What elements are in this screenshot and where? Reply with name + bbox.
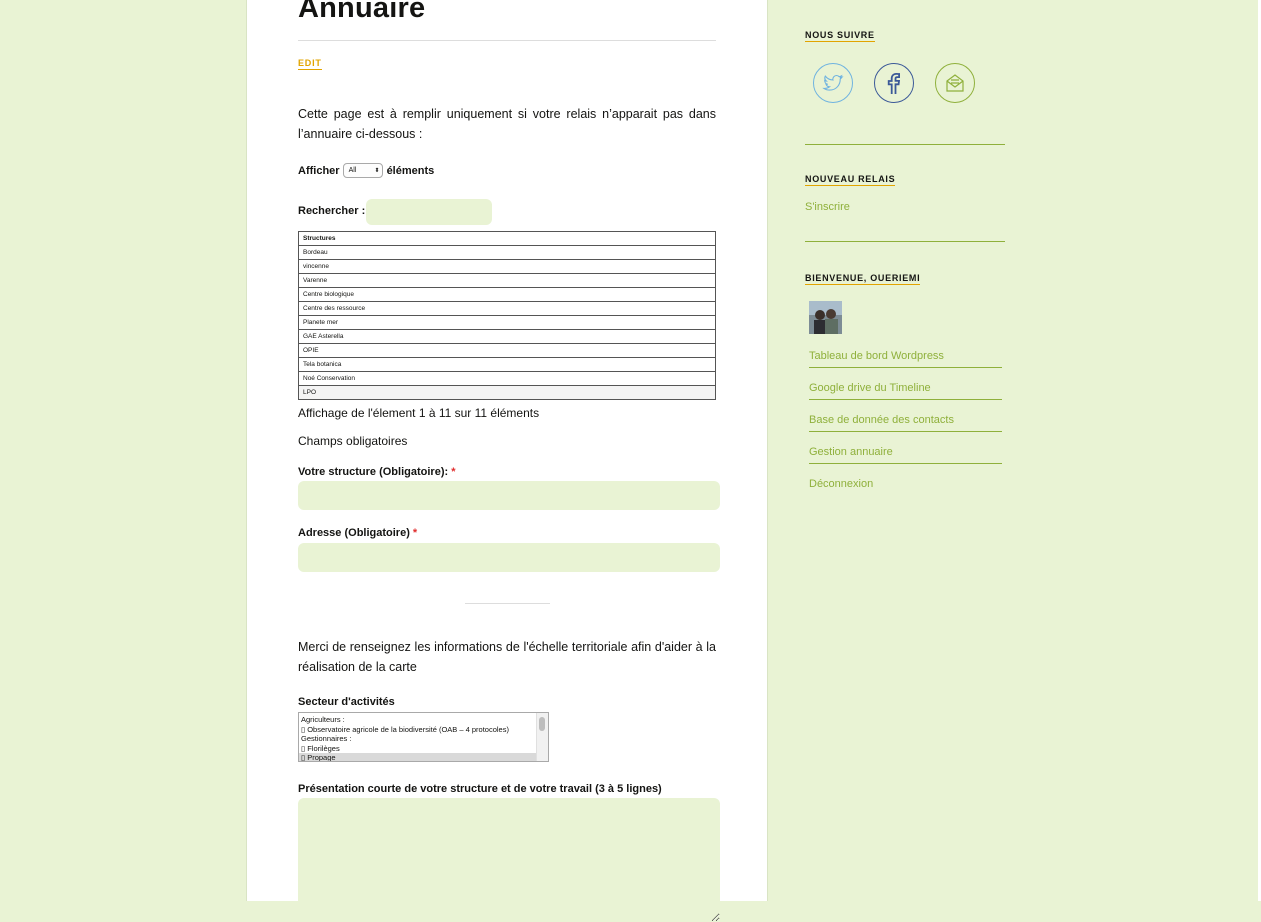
structure-input[interactable] [298,481,720,510]
table-cell: Noé Conservation [298,371,716,386]
table-row: OPIE [298,343,716,358]
table-row: Centre biologique [298,287,716,302]
table-cell: Centre biologique [298,287,716,302]
twitter-bird-glyph [822,74,844,91]
address-field-label: Adresse (Obligatoire) * [298,527,417,539]
territorial-info-text: Merci de renseignez les informations de … [298,640,716,674]
table-row: Planete mer [298,315,716,330]
presentation-label: Présentation courte de votre structure e… [298,783,662,795]
facebook-icon[interactable] [874,63,914,103]
menu-item-logout[interactable]: Déconnexion [809,464,1002,495]
table-cell: Planete mer [298,315,716,330]
address-label-text: Adresse (Obligatoire) [298,527,410,539]
content-panel: Annuaire EDIT Cette page est à remplir u… [246,0,768,922]
menu-item-label: Tableau de bord Wordpress [809,350,944,362]
menu-item-contacts-db[interactable]: Base de donnée des contacts [809,400,1002,432]
table-row: LPO [298,385,716,400]
new-relay-widget-title: NOUVEAU RELAIS [805,174,896,186]
show-suffix-label: éléments [386,164,435,177]
required-asterisk: * [412,527,418,539]
sector-option-group: Gestionnaires : [301,734,352,744]
sector-option[interactable]: ▯ Observatoire agricole de la biodiversi… [299,725,548,735]
structure-label-text: Votre structure (Obligatoire): [298,466,449,478]
menu-item-directory-management[interactable]: Gestion annuaire [809,432,1002,464]
table-header-structures[interactable]: Structures [298,231,716,246]
widget-divider [805,241,1005,242]
menu-item-label: Base de donnée des contacts [809,414,954,426]
widget-divider [805,144,1005,145]
show-prefix-label: Afficher [298,164,340,177]
envelope-glyph [946,74,964,92]
section-divider [465,603,550,604]
sector-option-group: Agriculteurs : [301,715,345,724]
page-length-value: All [348,167,357,174]
required-asterisk: * [451,466,456,478]
signup-link[interactable]: S'inscrire [805,201,850,213]
page-length-select[interactable]: All ⬍ [342,163,383,178]
table-row: Noé Conservation [298,371,716,386]
table-cell: OPIE [298,343,716,358]
follow-widget-title: NOUS SUIVRE [805,30,875,42]
sector-option[interactable]: ▯ Florilèges [299,744,548,754]
menu-item-label: Gestion annuaire [809,446,893,458]
menu-item-dashboard[interactable]: Tableau de bord Wordpress [809,336,1002,368]
menu-item-label: Déconnexion [809,478,874,490]
table-cell: Varenne [298,273,716,288]
avatar [809,301,842,334]
structure-field-label: Votre structure (Obligatoire): * [298,466,456,478]
table-info: Affichage de l'élement 1 à 11 sur 11 élé… [298,406,540,420]
page-length-control: Afficher All ⬍ éléments [298,163,434,178]
table-row: Varenne [298,273,716,288]
table-row: Centre des ressource [298,301,716,316]
page-title: Annuaire [298,0,426,24]
presentation-textarea[interactable] [298,798,720,922]
table-cell: Centre des ressource [298,301,716,316]
table-row: vincenne [298,259,716,274]
table-cell: LPO [298,385,716,400]
search-label: Rechercher : [298,205,366,217]
required-note: Champs obligatoires [298,434,408,448]
menu-item-label: Google drive du Timeline [809,382,931,394]
address-input[interactable] [298,543,720,572]
menu-item-google-drive[interactable]: Google drive du Timeline [809,368,1002,400]
search-input[interactable] [366,199,492,225]
table-row: GAE Asterella [298,329,716,344]
table-cell: GAE Asterella [298,329,716,344]
structures-table: Structures Bordeau vincenne Varenne Cent… [298,231,716,400]
sector-listbox[interactable]: Agriculteurs : ▯ Observatoire agricole d… [298,712,549,762]
table-row: Bordeau [298,245,716,260]
table-cell: Bordeau [298,245,716,260]
select-arrows-icon: ⬍ [374,167,380,174]
title-divider [298,40,716,41]
facebook-f-glyph [887,72,901,94]
edit-link[interactable]: EDIT [298,58,322,70]
intro-text: Cette page est à remplir uniquement si v… [298,107,716,141]
welcome-widget-title: BIENVENUE, OUERIEMI [805,273,921,285]
twitter-icon[interactable] [813,63,853,103]
table-cell: Tela botanica [298,357,716,372]
table-row: Tela botanica [298,357,716,372]
sector-label: Secteur d'activités [298,696,395,708]
mail-icon[interactable] [935,63,975,103]
scrollbar-thumb[interactable] [539,717,545,731]
sector-option[interactable]: ▯ Propage [299,753,548,761]
listbox-scrollbar[interactable] [536,713,548,761]
table-cell: vincenne [298,259,716,274]
